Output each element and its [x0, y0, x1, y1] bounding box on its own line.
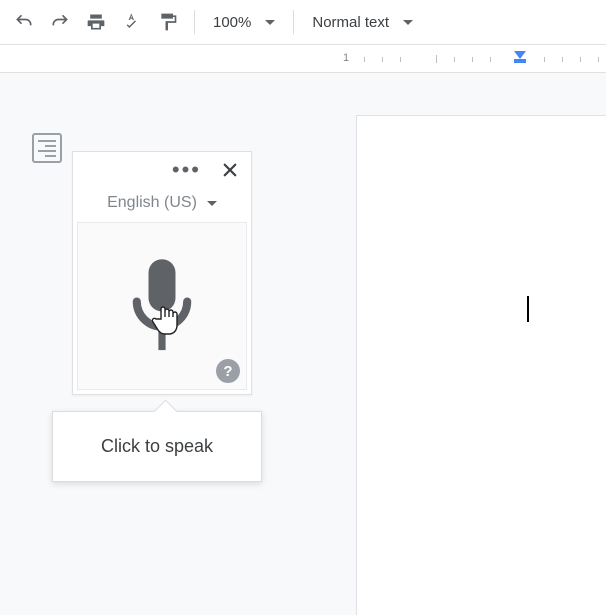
toolbar: 100% Normal text — [0, 0, 606, 44]
toolbar-separator — [293, 10, 294, 34]
zoom-dropdown[interactable]: 100% — [205, 14, 283, 31]
language-label: English (US) — [107, 194, 197, 212]
paint-format-button[interactable] — [152, 6, 184, 38]
voice-tooltip: Click to speak — [52, 411, 262, 482]
more-options-icon[interactable]: ••• — [172, 159, 201, 181]
workspace: ••• English (US) ? Click to speak — [0, 72, 606, 615]
ruler-area: 1 — [0, 44, 606, 72]
left-indent-base[interactable] — [514, 59, 526, 63]
close-button[interactable] — [221, 161, 239, 179]
voice-typing-panel: ••• English (US) ? — [72, 151, 252, 395]
document-outline-button[interactable] — [32, 133, 62, 163]
text-cursor — [527, 296, 529, 322]
ruler-number: 1 — [343, 52, 349, 64]
zoom-value: 100% — [213, 14, 251, 31]
tooltip-text: Click to speak — [101, 436, 213, 456]
chevron-down-icon — [207, 201, 217, 206]
paragraph-style-dropdown[interactable]: Normal text — [304, 14, 421, 31]
hand-cursor-icon — [152, 303, 182, 337]
undo-button[interactable] — [8, 6, 40, 38]
help-icon: ? — [223, 363, 232, 380]
horizontal-ruler[interactable]: 1 — [340, 49, 606, 69]
toolbar-separator — [194, 10, 195, 34]
document-page[interactable] — [356, 115, 606, 615]
style-value: Normal text — [312, 14, 389, 31]
voice-panel-header: ••• — [73, 152, 251, 188]
chevron-down-icon — [403, 20, 413, 25]
help-button[interactable]: ? — [216, 359, 240, 383]
redo-button[interactable] — [44, 6, 76, 38]
print-button[interactable] — [80, 6, 112, 38]
left-indent-marker[interactable] — [514, 51, 526, 59]
chevron-down-icon — [265, 20, 275, 25]
microphone-button[interactable]: ? — [77, 222, 247, 390]
language-dropdown[interactable]: English (US) — [73, 188, 251, 222]
spellcheck-button[interactable] — [116, 6, 148, 38]
